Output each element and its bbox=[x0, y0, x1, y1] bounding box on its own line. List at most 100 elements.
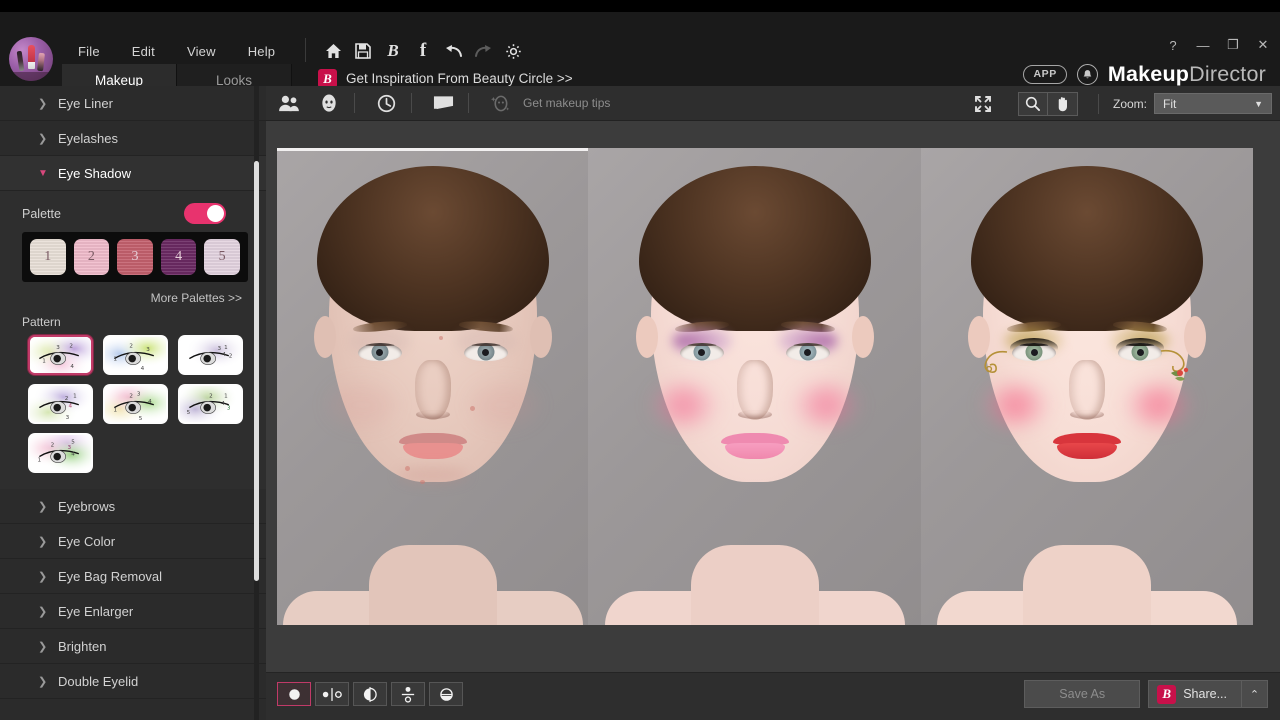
pattern-label: Pattern bbox=[22, 315, 61, 329]
view-split-horizontal-button[interactable] bbox=[391, 682, 425, 706]
sidebar-item-double-eyelid[interactable]: ❯ Double Eyelid bbox=[0, 664, 266, 699]
save-icon[interactable] bbox=[348, 37, 378, 65]
svg-text:4: 4 bbox=[148, 399, 152, 405]
sidebar-item-eye-color[interactable]: ❯ Eye Color bbox=[0, 524, 266, 559]
share-expand-button[interactable]: ⌃ bbox=[1242, 680, 1268, 708]
pattern-thumb-4[interactable]: 12 3 4 bbox=[28, 384, 93, 424]
svg-text:3: 3 bbox=[218, 346, 222, 352]
sidebar-item-eyelashes[interactable]: ❯ Eyelashes bbox=[0, 121, 266, 156]
svg-text:1: 1 bbox=[42, 358, 46, 364]
sidebar-item-label: Eye Bag Removal bbox=[58, 568, 163, 584]
more-palettes-link[interactable]: More Palettes >> bbox=[0, 282, 266, 309]
sidebar-item-label: Eyebrows bbox=[58, 498, 116, 514]
hand-icon[interactable] bbox=[1047, 91, 1078, 116]
sidebar-item-eyebrows[interactable]: ❯ Eyebrows bbox=[0, 489, 266, 524]
compare-faces-icon[interactable] bbox=[272, 88, 306, 118]
chevron-right-icon: ❯ bbox=[38, 500, 48, 513]
svg-text:2: 2 bbox=[65, 396, 69, 402]
photo-natural-look[interactable] bbox=[588, 148, 921, 625]
settings-gear-icon[interactable] bbox=[498, 37, 528, 65]
sidebar-item-eye-bag-removal[interactable]: ❯ Eye Bag Removal bbox=[0, 559, 266, 594]
palette-swatch-5[interactable]: 5 bbox=[204, 239, 240, 275]
beauty-circle-link-label: Get Inspiration From Beauty Circle >> bbox=[346, 71, 573, 86]
bottom-bar: Save As B Share... ⌃ bbox=[266, 672, 1280, 720]
sidebar-item-label: Brighten bbox=[58, 638, 107, 654]
history-clock-icon[interactable] bbox=[369, 88, 403, 118]
zoom-value: Fit bbox=[1163, 96, 1177, 111]
menu-view[interactable]: View bbox=[171, 38, 232, 65]
pattern-thumb-3[interactable]: 12 34 bbox=[178, 335, 243, 375]
sidebar-item-label: Eye Liner bbox=[58, 95, 113, 111]
face-icon[interactable] bbox=[312, 88, 346, 118]
svg-text:3: 3 bbox=[66, 415, 70, 421]
palette-swatch-4[interactable]: 4 bbox=[160, 239, 197, 275]
view-overlay-button[interactable] bbox=[429, 682, 463, 706]
svg-text:5: 5 bbox=[139, 416, 143, 422]
left-sidebar: ❯ Eye Liner ❯ Eyelashes ▼ Eye Shadow Pal… bbox=[0, 86, 266, 720]
sidebar-item-brighten[interactable]: ❯ Brighten bbox=[0, 629, 266, 664]
zoom-label: Zoom: bbox=[1112, 96, 1147, 111]
window-controls: ? — ❐ ✕ bbox=[1158, 32, 1278, 58]
save-as-button[interactable]: Save As bbox=[1024, 680, 1141, 708]
svg-text:3: 3 bbox=[56, 345, 60, 351]
sidebar-scrollbar-thumb[interactable] bbox=[254, 161, 259, 581]
palette-swatch-1[interactable]: 1 bbox=[30, 239, 66, 275]
home-icon[interactable] bbox=[318, 37, 348, 65]
svg-text:4: 4 bbox=[222, 352, 226, 358]
palette-swatch-row: 1 2 3 4 5 bbox=[22, 232, 248, 282]
chevron-right-icon: ❯ bbox=[38, 97, 48, 110]
menu-file[interactable]: File bbox=[62, 38, 116, 65]
chevron-right-icon: ❯ bbox=[38, 570, 48, 583]
pattern-thumb-5[interactable]: 12345 bbox=[103, 384, 168, 424]
beautycircle-icon[interactable]: B bbox=[378, 37, 408, 65]
sidebar-item-label: Double Eyelid bbox=[58, 673, 139, 689]
sidebar-item-eye-shadow[interactable]: ▼ Eye Shadow bbox=[0, 156, 266, 191]
magic-face-icon[interactable] bbox=[483, 88, 517, 118]
image-canvas[interactable] bbox=[277, 148, 1253, 625]
svg-text:2: 2 bbox=[229, 354, 233, 360]
facebook-letter: f bbox=[419, 40, 427, 61]
photo-party-look[interactable] bbox=[921, 148, 1253, 625]
palette-toggle[interactable] bbox=[184, 203, 226, 224]
svg-text:1: 1 bbox=[73, 393, 77, 399]
app-logo-icon bbox=[9, 37, 53, 81]
view-split-vertical-button[interactable] bbox=[353, 682, 387, 706]
photo-original[interactable] bbox=[277, 148, 588, 625]
svg-text:4: 4 bbox=[70, 364, 74, 370]
close-button[interactable]: ✕ bbox=[1248, 32, 1278, 58]
redo-icon[interactable] bbox=[468, 37, 498, 65]
chevron-right-icon: ❯ bbox=[38, 640, 48, 653]
zoom-select[interactable]: Fit ▼ bbox=[1154, 93, 1272, 114]
facebook-icon[interactable]: f bbox=[408, 37, 438, 65]
app-badge[interactable]: APP bbox=[1023, 65, 1067, 84]
view-single-button[interactable] bbox=[277, 682, 311, 706]
svg-text:1: 1 bbox=[113, 407, 117, 413]
view-mode-group bbox=[277, 682, 467, 706]
view-side-by-side-button[interactable] bbox=[315, 682, 349, 706]
svg-text:3: 3 bbox=[146, 347, 150, 353]
face-art-right bbox=[1155, 348, 1195, 386]
notification-bell-icon[interactable] bbox=[1076, 64, 1098, 85]
crop-icon[interactable] bbox=[426, 88, 460, 118]
magnifier-icon[interactable] bbox=[1017, 91, 1048, 116]
sidebar-item-eye-liner[interactable]: ❯ Eye Liner bbox=[0, 86, 266, 121]
help-button[interactable]: ? bbox=[1158, 32, 1188, 58]
sidebar-item-eye-enlarger[interactable]: ❯ Eye Enlarger bbox=[0, 594, 266, 629]
menu-help[interactable]: Help bbox=[232, 38, 292, 65]
svg-text:1: 1 bbox=[224, 393, 228, 399]
share-button[interactable]: B Share... bbox=[1148, 680, 1242, 708]
palette-swatch-3[interactable]: 3 bbox=[117, 239, 153, 275]
maximize-button[interactable]: ❐ bbox=[1218, 32, 1248, 58]
expand-icon[interactable] bbox=[966, 89, 1000, 119]
pattern-thumb-7[interactable]: 1 2 34 5 bbox=[28, 433, 93, 473]
undo-icon[interactable] bbox=[438, 37, 468, 65]
minimize-button[interactable]: — bbox=[1188, 32, 1218, 58]
pattern-thumb-6[interactable]: 2 1 34 5 bbox=[178, 384, 243, 424]
menu-edit[interactable]: Edit bbox=[116, 38, 171, 65]
makeup-tips-label[interactable]: Get makeup tips bbox=[523, 96, 610, 110]
svg-text:2: 2 bbox=[129, 343, 133, 349]
pattern-thumb-1[interactable]: 1 2 3 4 bbox=[28, 335, 93, 375]
palette-swatch-2[interactable]: 2 bbox=[73, 239, 110, 275]
menu-bar: File Edit View Help bbox=[62, 38, 291, 65]
pattern-thumb-2[interactable]: 1 2 3 4 bbox=[103, 335, 168, 375]
